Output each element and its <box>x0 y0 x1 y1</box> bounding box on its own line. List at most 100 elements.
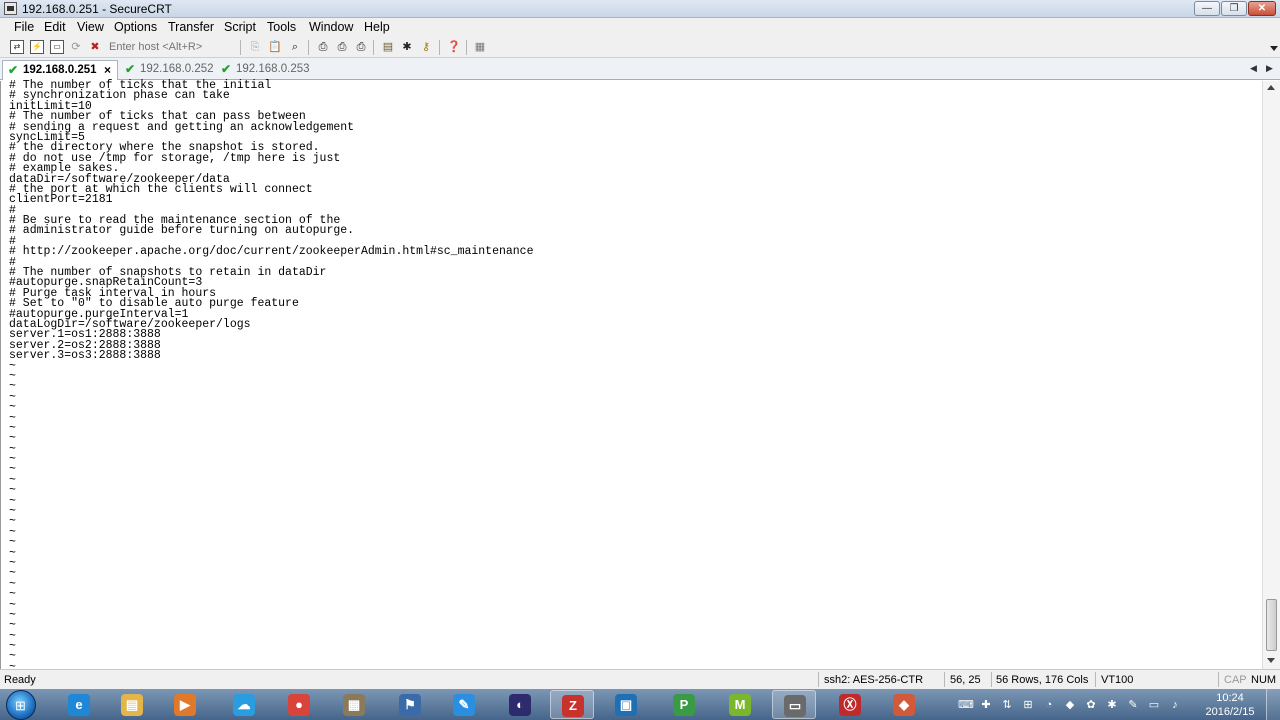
help-icon[interactable]: ❓ <box>447 40 461 54</box>
menu-transfer[interactable]: Transfer <box>168 20 214 34</box>
taskbar-button[interactable]: Z <box>550 690 594 719</box>
taskbar-button[interactable]: ☁ <box>222 690 266 719</box>
status-divider <box>818 672 819 687</box>
toolbar-separator <box>466 40 467 55</box>
taskbar-button[interactable]: ✎ <box>442 690 486 719</box>
terminal-line: ~ <box>9 411 16 425</box>
scrollbar-thumb[interactable] <box>1266 599 1277 651</box>
taskbar-button[interactable]: ● <box>277 690 321 719</box>
terminal-line: ~ <box>9 619 16 633</box>
eclipse-icon: ◐ <box>509 694 531 716</box>
connected-check-icon: ✔ <box>8 63 19 77</box>
tab-192-168-0-251[interactable]: ✔ 192.168.0.251 × <box>2 60 118 80</box>
clock[interactable]: 10:24 2016/2/15 <box>1200 691 1260 719</box>
taskbar-button[interactable]: ▣ <box>604 690 648 719</box>
show-desktop-button[interactable] <box>1266 689 1280 720</box>
terminal-scrollbar[interactable] <box>1262 81 1280 669</box>
terminal-output: # The number of ticks that the initial # … <box>9 80 534 705</box>
network-icon[interactable]: ⇅ <box>1000 698 1014 712</box>
status-encryption: ssh2: AES-256-CTR <box>824 674 924 686</box>
taskbar-button[interactable]: ◐ <box>498 690 542 719</box>
pen-icon[interactable]: ✎ <box>1126 698 1140 712</box>
terminal-line: ~ <box>9 442 16 456</box>
connected-check-icon: ✔ <box>125 62 136 76</box>
network-tool-icon: ⚑ <box>399 694 421 716</box>
keyboard-icon[interactable]: ⌨ <box>958 698 974 712</box>
security-icon[interactable]: ⊞ <box>1021 698 1035 712</box>
monitor-icon[interactable]: ▭ <box>1147 698 1161 712</box>
speaker-icon[interactable]: ♪ <box>1168 698 1182 712</box>
global-options-icon[interactable]: ✱ <box>400 40 414 54</box>
copy-icon[interactable]: ⎘ <box>248 40 262 54</box>
taskbar-button[interactable]: Ⓧ <box>828 690 872 719</box>
start-button[interactable]: ⊞ <box>6 690 36 720</box>
connect-in-tab-icon[interactable]: ▭ <box>50 40 64 54</box>
terminal-line: ~ <box>9 390 16 404</box>
minimize-button[interactable]: — <box>1194 1 1220 16</box>
sftp-icon[interactable]: ▦ <box>473 40 487 54</box>
tab-192-168-0-253[interactable]: ✔ 192.168.0.253 <box>216 60 312 80</box>
terminal-line: ~ <box>9 380 16 394</box>
shield-icon[interactable]: ◆ <box>1063 698 1077 712</box>
terminal-line: ~ <box>9 484 16 498</box>
securecrt-icon: ▭ <box>784 695 806 717</box>
antivirus-icon[interactable]: ✚ <box>979 698 993 712</box>
pdf-reader-icon: Ⓧ <box>839 694 861 716</box>
quick-connect-icon[interactable]: ⚡ <box>30 40 44 54</box>
status-bar: Ready ssh2: AES-256-CTR 56, 25 56 Rows, … <box>0 669 1280 689</box>
tab-scroll-left-icon[interactable]: ◀ <box>1250 63 1257 74</box>
window-title: 192.168.0.251 - SecureCRT <box>22 2 172 16</box>
menu-script[interactable]: Script <box>224 20 256 34</box>
host-input[interactable] <box>107 39 237 55</box>
menu-tools[interactable]: Tools <box>267 20 296 34</box>
menu-file[interactable]: File <box>14 20 34 34</box>
menu-edit[interactable]: Edit <box>44 20 66 34</box>
windows-taskbar: ⊞ e ▤ ▶ ☁ ● ▦ ⚑ ✎ ◐ Z ▣ P M ▭ Ⓧ ◆ ⌨ ✚ ⇅ ⊞ ◔ ◆ ✿ ✱ ✎ ▭ ♪ 10:24 201… <box>0 689 1280 720</box>
scroll-up-icon[interactable] <box>1267 85 1275 90</box>
connect-icon[interactable]: ⇄ <box>10 40 24 54</box>
terminal-line: # sending a request and getting an ackno… <box>9 120 355 134</box>
print-selection-icon[interactable]: ⎙ <box>335 40 349 54</box>
taskbar-button[interactable]: P <box>662 690 706 719</box>
status-ready: Ready <box>4 674 36 686</box>
taskbar-button[interactable]: e <box>57 690 101 719</box>
weibo-icon[interactable]: ✿ <box>1084 698 1098 712</box>
toolbar-overflow-icon[interactable] <box>1270 46 1278 51</box>
taskbar-button[interactable]: ▶ <box>163 690 207 719</box>
cloud-sync-icon[interactable]: ◔ <box>1042 698 1056 712</box>
paste-icon[interactable]: 📋 <box>268 40 282 54</box>
securecrt-app-icon[interactable] <box>4 2 17 15</box>
disconnect-icon[interactable]: ✖ <box>88 40 102 54</box>
terminal-line: ~ <box>9 432 16 446</box>
taskbar-button[interactable]: ▦ <box>332 690 376 719</box>
restore-button[interactable]: ❐ <box>1221 1 1247 16</box>
keymap-icon[interactable]: ⚷ <box>419 40 433 54</box>
cloud-drive-icon: ☁ <box>233 694 255 716</box>
print-icon[interactable]: ⎙ <box>316 40 330 54</box>
session-options-icon[interactable]: ▤ <box>381 40 395 54</box>
tab-scroll-right-icon[interactable]: ▶ <box>1266 63 1273 74</box>
filezilla-icon: Z <box>562 695 584 717</box>
taskbar-button[interactable]: ▭ <box>772 690 816 719</box>
title-bar[interactable]: 192.168.0.251 - SecureCRT — ❐ ✕ <box>0 0 1280 18</box>
terminal-screen[interactable]: # The number of ticks that the initial # … <box>0 80 1262 705</box>
menu-help[interactable]: Help <box>364 20 390 34</box>
find-icon[interactable]: ⌕ <box>288 40 302 54</box>
close-tab-icon[interactable]: × <box>104 61 111 79</box>
taskbar-button[interactable]: ⚑ <box>388 690 432 719</box>
taskbar-button[interactable]: ▤ <box>110 690 154 719</box>
internet-explorer-icon: e <box>68 694 90 716</box>
taskbar-button[interactable]: ◆ <box>882 690 926 719</box>
scroll-down-icon[interactable] <box>1267 658 1275 663</box>
menu-window[interactable]: Window <box>309 20 353 34</box>
menu-view[interactable]: View <box>77 20 104 34</box>
reconnect-icon[interactable]: ⟳ <box>69 40 83 54</box>
menu-options[interactable]: Options <box>114 20 157 34</box>
taskbar-button[interactable]: M <box>718 690 762 719</box>
bluetooth-icon[interactable]: ✱ <box>1105 698 1119 712</box>
terminal-line: ~ <box>9 463 16 477</box>
print-screen-icon[interactable]: ⎙ <box>354 40 368 54</box>
terminal-line: ~ <box>9 608 16 622</box>
tab-192-168-0-252[interactable]: ✔ 192.168.0.252 <box>120 60 216 80</box>
close-button[interactable]: ✕ <box>1248 1 1276 16</box>
